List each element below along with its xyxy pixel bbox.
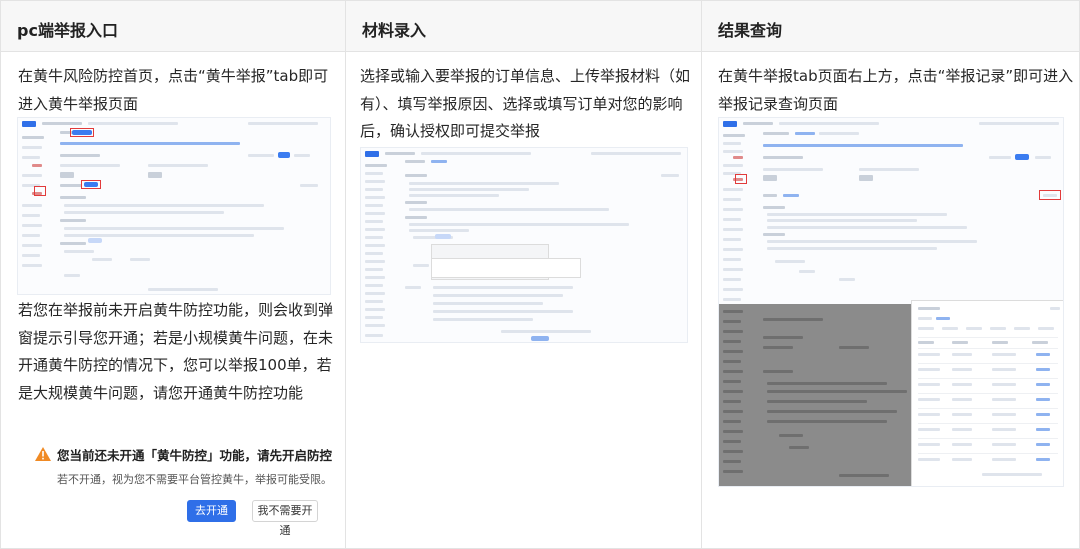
column-header: pc端举报入口 <box>1 1 345 52</box>
column-result-query: 结果查询 在黄牛举报tab页面右上方，点击“举报记录”即可进入举报记录查询页面 <box>701 1 1079 548</box>
column-header: 材料录入 <box>346 1 701 52</box>
app-logo <box>365 151 379 157</box>
dialog-guidance-text: 若您在举报前未开启黄牛防控功能，则会收到弹窗提示引导您开通；若是小规模黄牛问题，… <box>18 301 334 402</box>
decline-button[interactable]: 我不需要开通 <box>252 500 318 537</box>
query-instruction-text: 在黄牛举报tab页面右上方，点击“举报记录”即可进入举报记录查询页面 <box>718 67 1074 113</box>
three-column-table: pc端举报入口 在黄牛风险防控首页，点击“黄牛举报”tab即可进入黄牛举报页面 <box>0 0 1080 549</box>
report-record-screenshot <box>718 117 1064 487</box>
column-header: 结果查询 <box>702 1 1079 52</box>
entry-instruction-text: 在黄牛风险防控首页，点击“黄牛举报”tab即可进入黄牛举报页面 <box>18 67 329 113</box>
report-record-panel <box>911 300 1063 486</box>
app-logo <box>723 121 737 127</box>
dialog-title: 您当前还未开通「黄牛防控」功能，请先开启防控 <box>57 448 333 463</box>
column-material-entry: 材料录入 选择或输入要举报的订单信息、上传举报材料（如有）、填写举报原因、选择或… <box>345 1 701 548</box>
dimmed-background <box>719 304 911 486</box>
enable-protection-dialog: 您当前还未开通「黄牛防控」功能，请先开启防控 若不开通，视为您不需要平台管控黄牛… <box>19 437 333 537</box>
dialog-subtitle: 若不开通，视为您不需要平台管控黄牛，举报可能受限。 <box>57 473 332 486</box>
column-pc-entry: pc端举报入口 在黄牛风险防控首页，点击“黄牛举报”tab即可进入黄牛举报页面 <box>1 1 345 548</box>
report-home-screenshot <box>17 117 331 295</box>
material-instruction-text: 选择或输入要举报的订单信息、上传举报材料（如有）、填写举报原因、选择或填写订单对… <box>360 67 691 140</box>
enable-button[interactable]: 去开通 <box>187 500 236 522</box>
report-form-screenshot <box>360 147 688 343</box>
warning-icon <box>35 447 51 461</box>
app-logo <box>22 121 36 127</box>
